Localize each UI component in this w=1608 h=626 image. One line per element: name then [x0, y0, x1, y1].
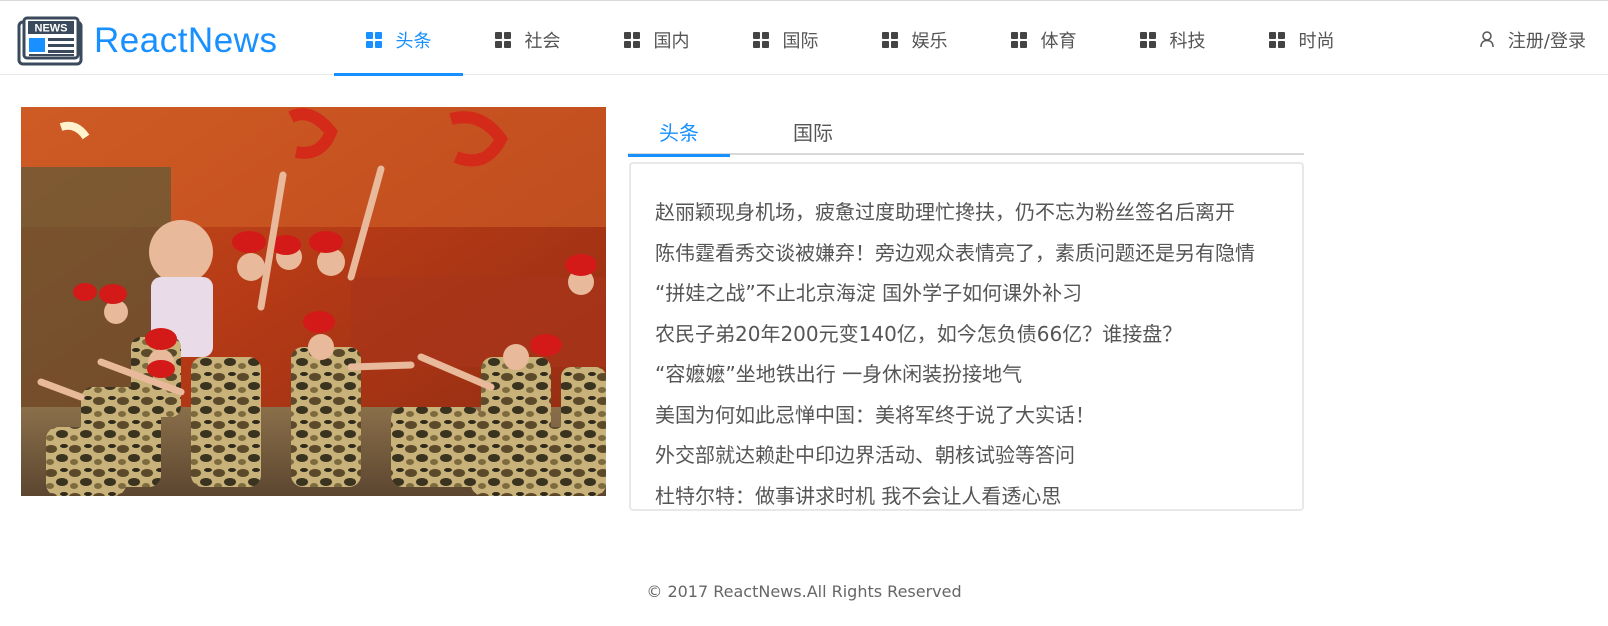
copyright-text: © 2017 ReactNews.All Rights Reserved	[646, 582, 962, 601]
appstore-icon	[1010, 31, 1027, 48]
news-list-item[interactable]: 美国为何如此忌惮中国：美将军终于说了大实话！	[655, 395, 1280, 436]
logo[interactable]: NEWS ReactNews	[16, 16, 277, 66]
news-list-item[interactable]: “拼娃之战”不止北京海淀 国外学子如何课外补习	[655, 273, 1280, 314]
login-register-link[interactable]: 注册/登录	[1480, 4, 1586, 75]
nav-item-label: 社会	[524, 30, 561, 52]
nav-item-label: 科技	[1169, 30, 1206, 52]
tab-label: 国际	[793, 120, 833, 145]
nav-item-yule[interactable]: 娱乐	[850, 4, 979, 75]
appstore-icon	[881, 31, 898, 48]
appstore-icon	[494, 31, 511, 48]
carousel-photo	[21, 107, 606, 496]
appstore-icon	[752, 31, 769, 48]
nav-item-label: 时尚	[1298, 30, 1335, 52]
nav-item-guoji[interactable]: 国际	[721, 4, 850, 75]
user-icon	[1480, 31, 1494, 48]
headline-carousel-image[interactable]	[21, 107, 606, 496]
news-list-item[interactable]: 陈伟霆看秀交谈被嫌弃！旁边观众表情亮了，素质问题还是另有隐情	[655, 233, 1280, 274]
tab-label: 头条	[659, 120, 699, 145]
header: NEWS ReactNews 头条 社会 国内 国际 娱乐 体育 科技 时尚 注…	[0, 4, 1608, 76]
nav-item-label: 娱乐	[911, 30, 948, 52]
nav-item-keji[interactable]: 科技	[1108, 4, 1237, 75]
nav-item-shehui[interactable]: 社会	[463, 4, 592, 75]
tab-guoji[interactable]: 国际	[762, 107, 864, 155]
nav-item-guonei[interactable]: 国内	[592, 4, 721, 75]
news-list-item[interactable]: 杜特尔特：做事讲求时机 我不会让人看透心思	[655, 476, 1280, 517]
nav-item-toutiao[interactable]: 头条	[334, 4, 463, 76]
newspaper-icon: NEWS	[16, 16, 84, 66]
main-nav: 头条 社会 国内 国际 娱乐 体育 科技 时尚	[334, 4, 1366, 76]
nav-item-label: 体育	[1040, 30, 1077, 52]
news-tabs: 头条 国际	[628, 107, 1304, 157]
appstore-icon	[1139, 31, 1156, 48]
tab-toutiao[interactable]: 头条	[628, 107, 730, 157]
nav-item-shishang[interactable]: 时尚	[1237, 4, 1366, 75]
news-list-item[interactable]: 赵丽颖现身机场，疲惫过度助理忙搀扶，仍不忘为粉丝签名后离开	[655, 192, 1280, 233]
appstore-icon	[1268, 31, 1285, 48]
news-list-item[interactable]: 外交部就达赖赴中印边界活动、朝核试验等答问	[655, 435, 1280, 476]
appstore-icon	[365, 31, 382, 48]
appstore-icon	[623, 31, 640, 48]
app-title[interactable]: ReactNews	[94, 21, 277, 61]
news-list-item[interactable]: 农民子弟20年200元变140亿，如今怎负债66亿？谁接盘？	[655, 314, 1280, 355]
nav-item-label: 国际	[782, 30, 819, 52]
logo-badge-text: NEWS	[35, 23, 68, 35]
login-register-label: 注册/登录	[1507, 30, 1586, 52]
footer: © 2017 ReactNews.All Rights Reserved	[0, 582, 1608, 601]
nav-item-tiyu[interactable]: 体育	[979, 4, 1108, 75]
nav-item-label: 头条	[395, 30, 432, 52]
news-list-item[interactable]: “容嬷嬷”坐地铁出行 一身休闲装扮接地气	[655, 354, 1280, 395]
news-list-card: 赵丽颖现身机场，疲惫过度助理忙搀扶，仍不忘为粉丝签名后离开 陈伟霆看秀交谈被嫌弃…	[629, 162, 1304, 511]
nav-item-label: 国内	[653, 30, 690, 52]
